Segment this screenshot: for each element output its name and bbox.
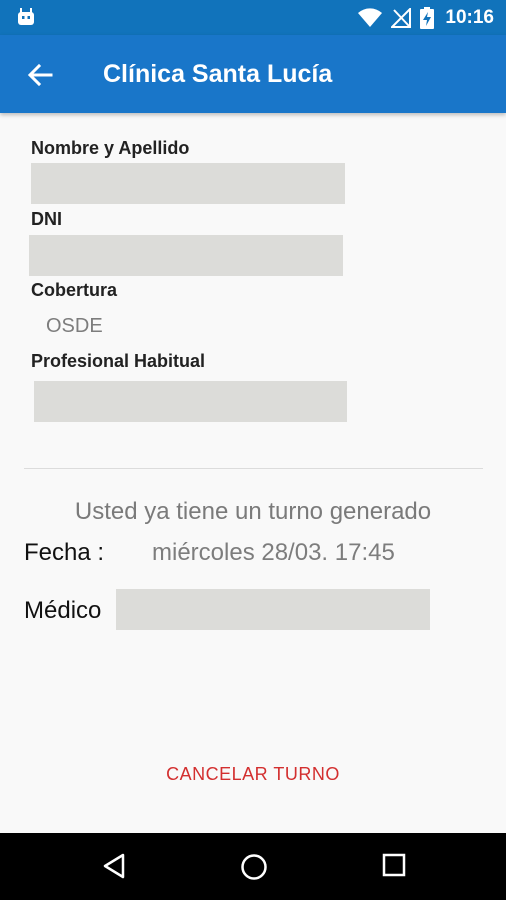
- profesional-label: Profesional Habitual: [31, 351, 206, 371]
- turno-notice: Usted ya tiene un turno generado: [74, 498, 432, 525]
- battery-charging-icon: [420, 7, 435, 29]
- arrow-back-icon[interactable]: [26, 61, 54, 89]
- dni-field: [29, 235, 343, 276]
- profesional-field: [34, 381, 347, 422]
- fecha-value: miércoles 28/03. 17:45: [152, 539, 395, 566]
- android-notification-icon: [18, 8, 34, 25]
- home-circle-icon[interactable]: [240, 853, 268, 881]
- app-bar: Clínica Santa Lucía: [0, 35, 506, 113]
- back-triangle-icon[interactable]: [102, 853, 126, 879]
- divider: [24, 468, 483, 469]
- cancel-turno-button[interactable]: CANCELAR TURNO: [0, 764, 506, 785]
- nombre-field: [31, 163, 345, 204]
- medico-field: [116, 589, 430, 630]
- medico-label: Médico: [24, 597, 102, 624]
- status-bar: 10:16: [0, 0, 506, 35]
- page-title: Clínica Santa Lucía: [103, 60, 333, 88]
- no-signal-icon: [391, 8, 412, 28]
- cobertura-label: Cobertura: [31, 280, 118, 300]
- fecha-label: Fecha :: [24, 539, 105, 566]
- clock: 10:16: [445, 7, 494, 28]
- cobertura-value: OSDE: [46, 315, 103, 337]
- dni-label: DNI: [31, 209, 62, 229]
- wifi-icon: [358, 8, 383, 27]
- navigation-bar: [0, 833, 506, 900]
- recents-square-icon[interactable]: [382, 853, 406, 877]
- nombre-label: Nombre y Apellido: [31, 138, 190, 158]
